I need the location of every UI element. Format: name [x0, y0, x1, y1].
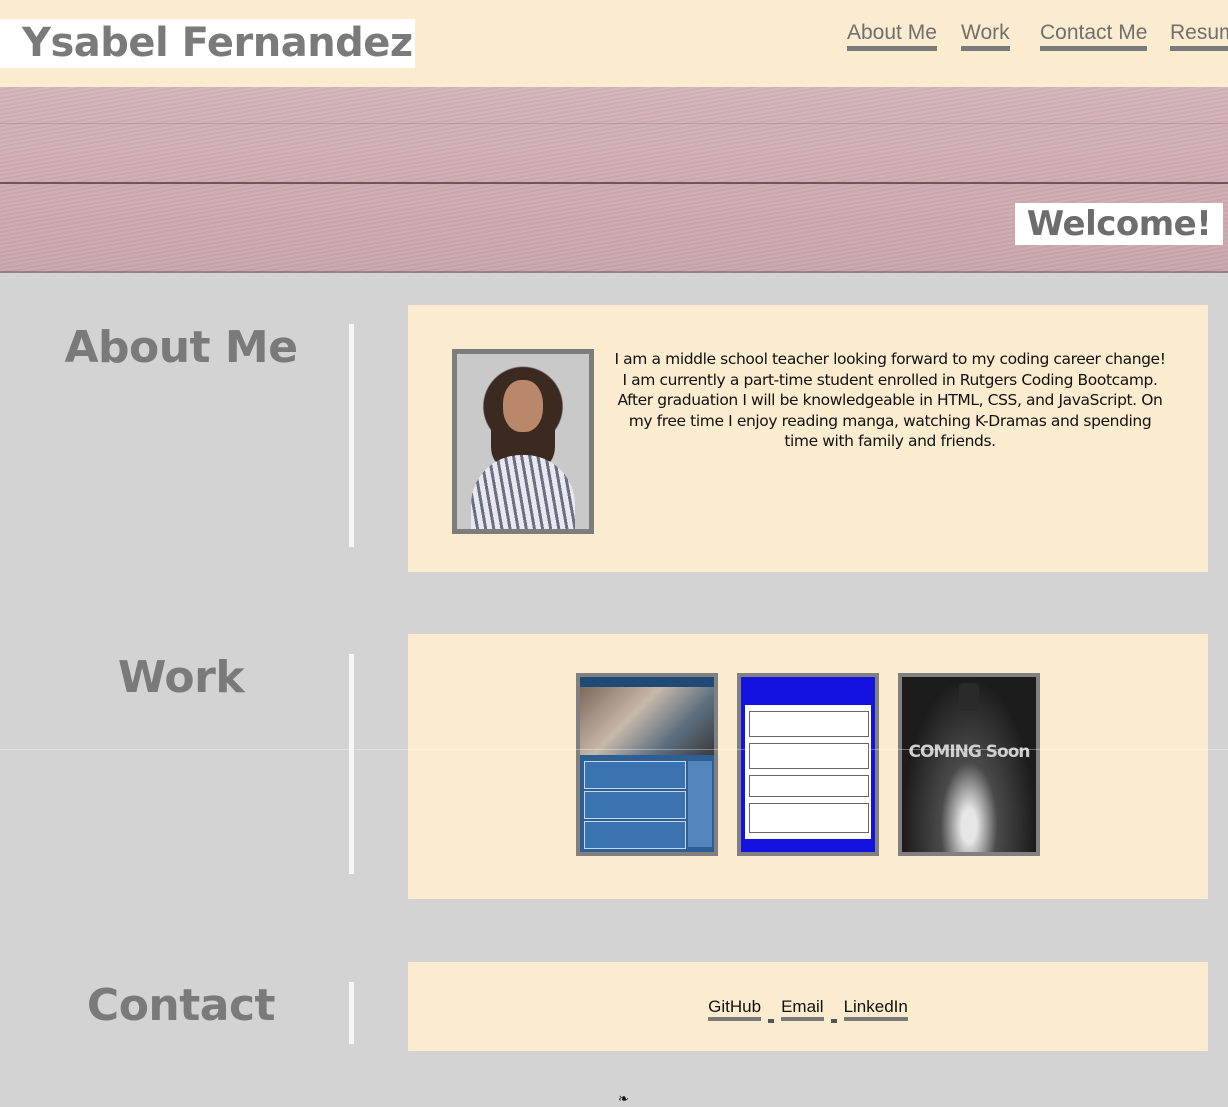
about-text: I am a middle school teacher looking for… [614, 350, 1166, 450]
section-divider [349, 324, 354, 547]
site-header: Ysabel Fernandez About Me Work Contact M… [0, 0, 1228, 87]
link-separator [768, 1019, 775, 1023]
site-title: Ysabel Fernandez [0, 19, 415, 68]
photo-shirt [471, 455, 575, 529]
nav-resume[interactable]: Resum [1170, 20, 1228, 51]
screenshot-sidebar [688, 761, 712, 847]
link-separator [830, 1019, 837, 1023]
wood-plank-seam [0, 182, 1228, 184]
nav-about-me[interactable]: About Me [847, 20, 937, 51]
photo-face [503, 380, 543, 432]
screenshot-section [749, 803, 869, 833]
welcome-banner: Welcome! [1015, 203, 1223, 245]
screenshot-section [749, 711, 869, 737]
nav-work[interactable]: Work [961, 20, 1010, 51]
render-seam [0, 749, 1228, 750]
screenshot-navbar [580, 677, 714, 687]
footer-fleuron-icon: ❧ [618, 1092, 629, 1107]
project-thumbnail-prework-guide[interactable] [737, 673, 879, 856]
spotlight-icon [959, 683, 979, 711]
contact-heading: Contact [86, 980, 276, 1031]
hero-banner [0, 87, 1228, 273]
screenshot-card [584, 821, 686, 849]
screenshot-section [749, 743, 869, 769]
coming-soon-text: COMING Soon [908, 742, 1031, 762]
contact-links: GitHub Email LinkedIn [408, 996, 1208, 1023]
screenshot-section [749, 775, 869, 797]
github-link[interactable]: GitHub [708, 996, 762, 1021]
screenshot-card [584, 761, 686, 789]
main-nav: About Me Work Contact Me Resum [847, 20, 1228, 52]
screenshot-hero-image [580, 687, 714, 755]
work-heading: Work [117, 652, 245, 703]
profile-photo [452, 349, 594, 534]
screenshot-card [584, 791, 686, 819]
project-thumbnail-horiseon[interactable] [576, 673, 718, 856]
nav-contact-me[interactable]: Contact Me [1040, 20, 1148, 51]
linkedin-link[interactable]: LinkedIn [843, 996, 908, 1021]
project-thumbnail-coming-soon[interactable]: COMING Soon [898, 673, 1040, 856]
prework-screenshot [741, 677, 875, 852]
email-link[interactable]: Email [781, 996, 824, 1021]
horiseon-screenshot [580, 677, 714, 852]
section-divider [349, 982, 354, 1044]
section-divider [349, 654, 354, 874]
profile-photo-image [457, 354, 589, 529]
wood-plank-seam [0, 123, 1228, 124]
wood-plank-seam [0, 271, 1228, 273]
about-heading: About Me [64, 322, 298, 373]
coming-soon-image: COMING Soon [902, 677, 1036, 852]
